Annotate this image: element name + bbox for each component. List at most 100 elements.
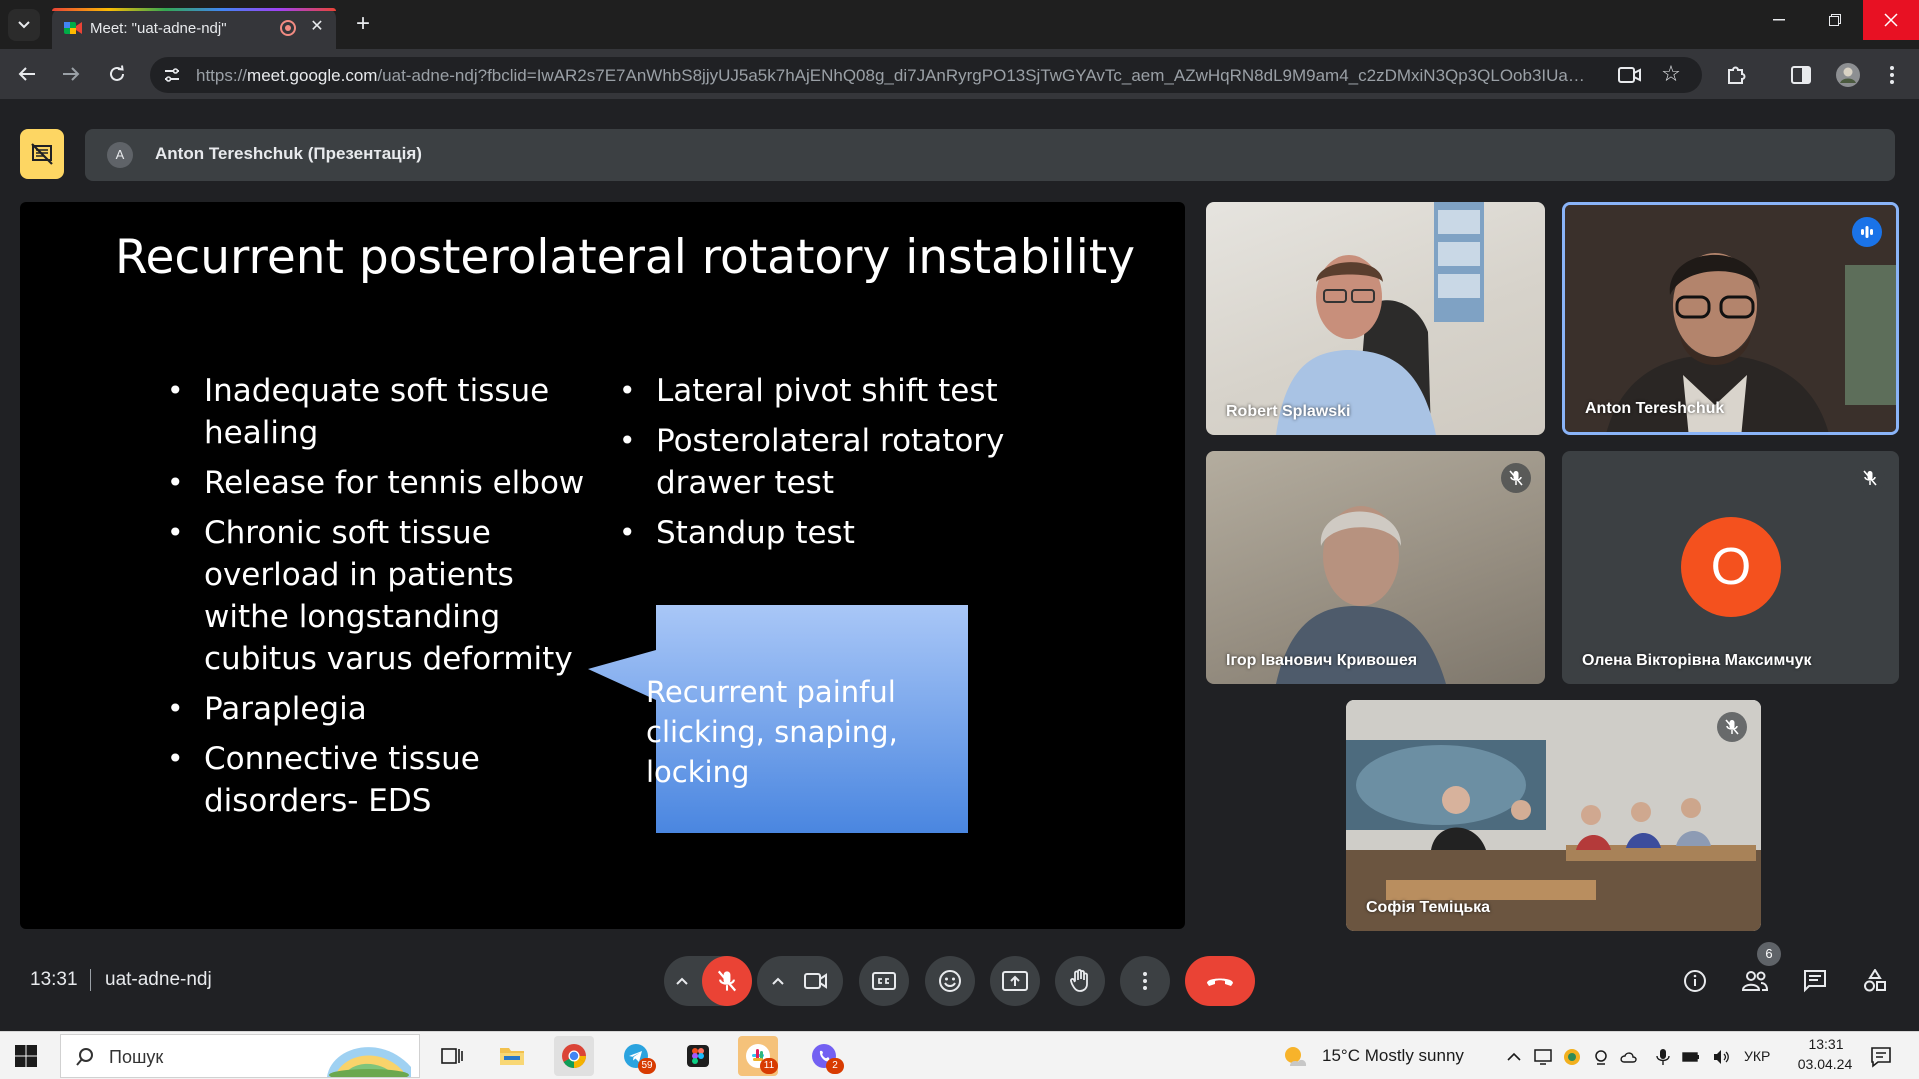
figma-icon [687,1045,709,1067]
task-view-button[interactable] [432,1036,472,1076]
meeting-code[interactable]: uat-adne-ndj [105,969,212,991]
presentation-off-icon [31,143,53,165]
slide-bullet: Release for tennis elbow [167,462,607,504]
url-path: /uat-adne-ndj?fbclid=IwAR2s7E7AnWhbS8jjy… [377,66,1596,85]
people-button[interactable] [1738,964,1772,998]
display-icon[interactable] [1534,1048,1552,1066]
participant-tile[interactable]: Софія Теміцька [1346,700,1761,931]
system-clock-date[interactable]: 03.04.24 [1790,1056,1860,1072]
muted-indicator [1501,463,1531,493]
window-minimize-button[interactable] [1751,0,1807,40]
emoji-icon [939,970,961,992]
url-scheme: https:// [196,66,248,85]
present-now-button[interactable] [990,956,1040,1006]
camera-tray-icon[interactable] [1592,1048,1610,1066]
participant-avatar: О [1681,517,1781,617]
input-language-indicator[interactable]: УКР [1744,1048,1770,1064]
tab-close-icon[interactable]: ✕ [306,16,328,38]
recording-icon [280,20,296,36]
speaker-icon[interactable] [1712,1048,1730,1066]
microphone-toggle-button[interactable] [702,956,752,1006]
slide-title: Recurrent posterolateral rotatory instab… [114,230,1136,285]
microphone-icon[interactable] [1654,1048,1672,1066]
participant-name: Олена Вікторівна Максимчук [1582,652,1812,669]
active-tab[interactable]: Meet: "uat-adne-ndj" ✕ [52,8,336,49]
taskbar-search-box[interactable]: Пошук [60,1034,420,1078]
browser-menu-button[interactable] [1878,61,1906,89]
tab-search-button[interactable] [8,9,40,41]
avatar-icon [1836,63,1860,87]
viber-taskbar-button[interactable]: 2 [804,1036,844,1076]
chrome-taskbar-button[interactable] [554,1036,594,1076]
side-panel-button[interactable] [1787,61,1815,89]
telegram-taskbar-button[interactable]: 59 [616,1036,656,1076]
address-bar[interactable]: https://meet.google.com/uat-adne-ndj?fbc… [150,57,1702,93]
leave-call-button[interactable] [1185,956,1255,1006]
search-icon [76,1048,93,1066]
new-tab-button[interactable]: + [348,10,378,40]
stop-presenting-view-button[interactable] [20,129,64,179]
back-button[interactable] [12,59,42,89]
speaking-indicator [1852,217,1882,247]
slide-left-bullet-list: Inadequate soft tissue healing Release f… [167,370,607,830]
slack-taskbar-button[interactable]: 11 [738,1036,778,1076]
participant-name: Robert Splawski [1226,403,1351,420]
battery-icon[interactable] [1682,1048,1700,1066]
reload-icon [110,65,124,81]
app-tray-icon[interactable] [1563,1048,1581,1066]
mic-off-icon [1863,470,1877,486]
meeting-details-button[interactable] [1678,964,1712,998]
arrow-left-icon [18,67,35,81]
reload-button[interactable] [102,59,132,89]
activities-button[interactable] [1858,964,1892,998]
cloud-icon[interactable] [1620,1048,1638,1066]
minimize-icon [1773,19,1785,21]
raise-hand-button[interactable] [1055,956,1105,1006]
weather-sunny-icon[interactable] [1282,1044,1308,1070]
more-options-button[interactable] [1120,956,1170,1006]
mic-off-icon [1725,719,1739,735]
url-text[interactable]: https://meet.google.com/uat-adne-ndj?fbc… [196,66,1596,86]
call-end-icon [1207,978,1233,986]
captions-button[interactable] [859,956,909,1006]
windows-start-icon[interactable] [14,1044,38,1068]
participant-tile-active-speaker[interactable]: Anton Tereshchuk [1562,202,1899,435]
reactions-button[interactable] [925,956,975,1006]
slide-right-bullet-list: Lateral pivot shift test Posterolateral … [619,370,1019,562]
chrome-icon [562,1044,586,1068]
arrow-right-icon [63,67,80,81]
profile-avatar[interactable] [1834,61,1862,89]
figma-taskbar-button[interactable] [678,1036,718,1076]
participant-tile[interactable]: О Олена Вікторівна Максимчук [1562,451,1899,684]
hand-icon [1070,969,1088,992]
close-icon [1884,13,1898,27]
unread-badge: 59 [638,1058,656,1074]
weather-text[interactable]: 15°C Mostly sunny [1322,1046,1464,1066]
restore-icon [1829,14,1841,26]
chevron-up-icon[interactable] [671,970,693,992]
window-restore-button[interactable] [1807,0,1863,40]
shapes-icon [1864,969,1886,992]
site-settings-icon[interactable] [162,65,182,85]
window-close-button[interactable] [1863,0,1919,40]
extensions-button[interactable] [1722,61,1750,89]
notifications-icon[interactable] [1870,1046,1892,1068]
chevron-up-icon[interactable] [1505,1048,1523,1066]
bookmark-star-icon[interactable]: ☆ [1658,61,1684,87]
folder-icon [500,1048,524,1065]
camera-toggle-button[interactable] [797,962,835,1000]
audio-level-icon [1861,226,1873,238]
participant-tile[interactable]: Ігор Іванович Кривошея [1206,451,1545,684]
shared-presentation-slide: Recurrent posterolateral rotatory instab… [20,202,1185,929]
chat-button[interactable] [1798,964,1832,998]
chevron-up-icon[interactable] [767,970,789,992]
forward-button[interactable] [56,59,86,89]
presenter-banner-text: Anton Tereshchuk (Презентація) [155,144,422,163]
camera-in-use-icon[interactable] [1618,65,1642,85]
file-explorer-button[interactable] [492,1036,532,1076]
tab-title: Meet: "uat-adne-ndj" [90,20,227,37]
info-icon [1684,970,1706,992]
system-clock-time[interactable]: 13:31 [1796,1036,1856,1052]
present-to-all-icon [1002,971,1028,991]
participant-tile[interactable]: Robert Splawski [1206,202,1545,435]
